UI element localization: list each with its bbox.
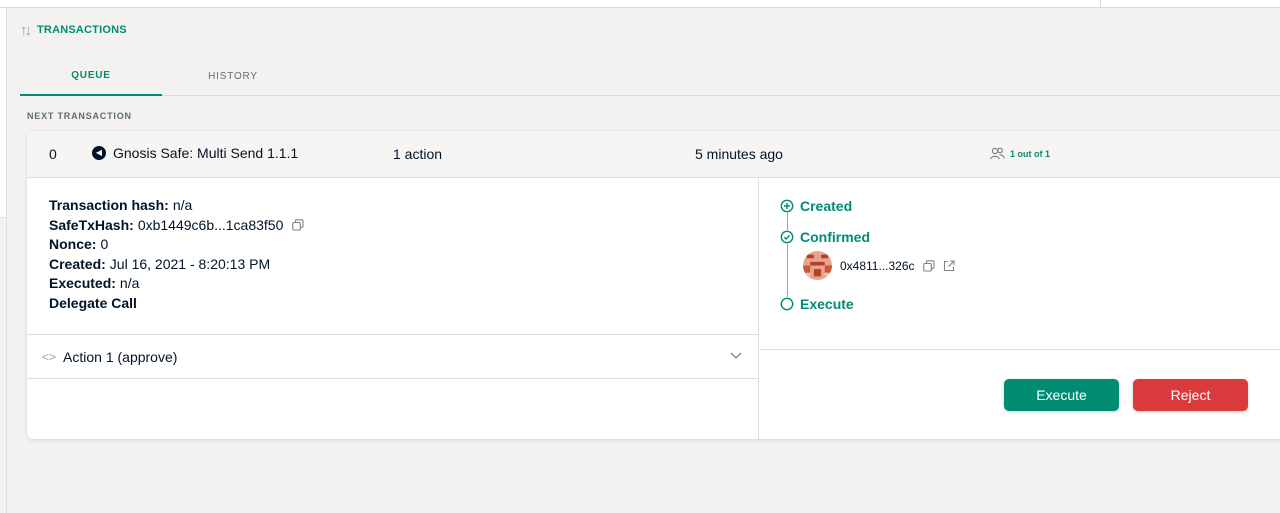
chevron-down-icon[interactable] [729, 348, 743, 362]
confirmations-status: 1 out of 1 [990, 147, 1050, 160]
timeline-line [787, 207, 788, 305]
copy-icon[interactable] [292, 219, 304, 231]
actions-count: 1 action [393, 146, 443, 162]
transaction-nonce: 0 [49, 146, 57, 162]
code-icon: <> [42, 349, 57, 364]
avatar [803, 251, 832, 280]
top-bar-divider [1100, 0, 1101, 7]
next-transaction-label: NEXT TRANSACTION [27, 111, 132, 121]
detail-nonce: Nonce: 0 [49, 236, 109, 253]
timeline-created: Created [780, 198, 852, 214]
transaction-type: ◀ Gnosis Safe: Multi Send 1.1.1 [92, 145, 298, 161]
detail-created: Created: Jul 16, 2021 - 8:20:13 PM [49, 255, 271, 272]
circle-icon [780, 297, 794, 311]
detail-safetxhash: SafeTxHash: 0xb1449c6b...1ca83f50 [49, 216, 304, 236]
left-rail-divider [6, 8, 7, 513]
copy-address-icon[interactable] [922, 259, 935, 272]
owners-icon [990, 147, 1005, 160]
transaction-type-label: Gnosis Safe: Multi Send 1.1.1 [113, 145, 299, 161]
reject-button[interactable]: Reject [1133, 379, 1248, 411]
time-ago: 5 minutes ago [695, 146, 783, 162]
section-header: ↑↓ TRANSACTIONS [20, 20, 127, 40]
timeline-divider [760, 349, 1280, 350]
arrows-up-down-icon: ↑↓ [20, 21, 32, 39]
external-link-icon[interactable] [943, 259, 955, 272]
check-circle-icon [780, 230, 794, 244]
detail-transaction-hash: Transaction hash: n/a [49, 197, 193, 213]
detail-executed: Executed: n/a [49, 275, 140, 292]
transaction-card: 0 ◀ Gnosis Safe: Multi Send 1.1.1 1 acti… [27, 131, 1280, 439]
action-label: Action 1 (approve) [63, 348, 178, 365]
tab-history[interactable]: HISTORY [162, 56, 304, 96]
tab-bar: QUEUE HISTORY [20, 56, 1280, 96]
transaction-summary-row[interactable]: 0 ◀ Gnosis Safe: Multi Send 1.1.1 1 acti… [27, 131, 1280, 178]
owner-confirmation: 0x4811...326c [803, 251, 955, 280]
section-title: TRANSACTIONS [37, 24, 127, 36]
top-bar [0, 0, 1280, 8]
tab-queue[interactable]: QUEUE [20, 56, 162, 96]
contract-interaction-icon: ◀ [92, 146, 106, 160]
owner-address: 0x4811...326c [840, 258, 915, 273]
detail-delegate-call: Delegate Call [49, 294, 137, 311]
confirmations-label: 1 out of 1 [1010, 148, 1050, 159]
plus-circle-icon [780, 199, 794, 213]
execute-button[interactable]: Execute [1004, 379, 1119, 411]
transaction-details: Transaction hash: n/a SafeTxHash: 0xb1449c… [27, 179, 759, 439]
action-row[interactable]: <> Action 1 (approve) [27, 334, 759, 379]
timeline-confirmed: Confirmed [780, 229, 870, 245]
confirmation-timeline: Created Confirmed 0x4811...326c Execute … [760, 179, 1280, 439]
timeline-execute: Execute [780, 296, 854, 312]
